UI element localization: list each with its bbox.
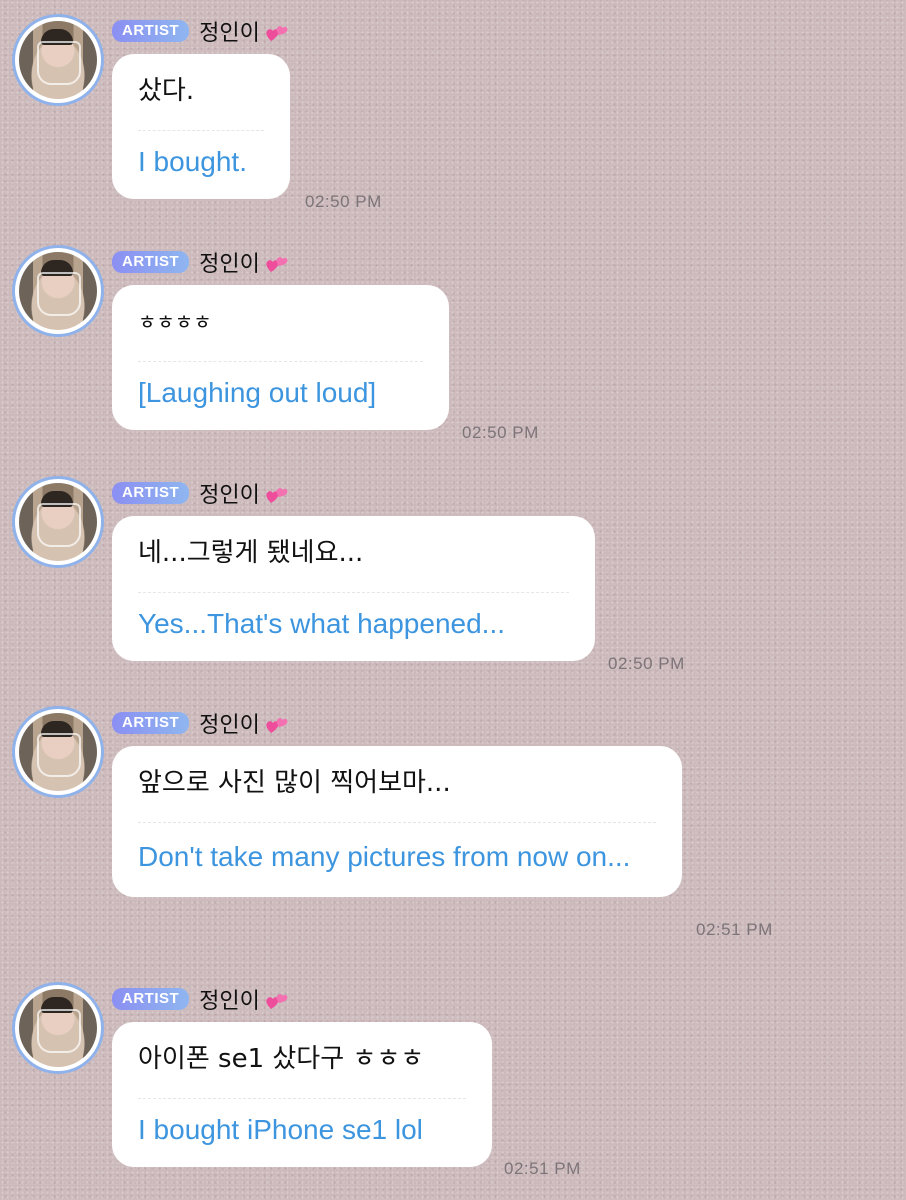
- message-header: ARTIST 정인이: [112, 478, 290, 508]
- artist-badge: ARTIST: [112, 712, 190, 734]
- avatar-photo: [19, 713, 97, 791]
- message-bubble[interactable]: 샀다. I bought.: [112, 54, 290, 199]
- avatar-photo: [19, 989, 97, 1067]
- message-header: ARTIST 정인이: [112, 247, 290, 277]
- message-header: ARTIST 정인이: [112, 16, 290, 46]
- message-korean-text: 샀다.: [138, 76, 195, 106]
- message-header: ARTIST 정인이: [112, 708, 290, 738]
- message-translation-text: [Laughing out loud]: [138, 377, 377, 408]
- avatar-photo: [19, 21, 97, 99]
- avatar-photo: [19, 483, 97, 561]
- artist-badge: ARTIST: [112, 20, 190, 42]
- message-translation-text: I bought iPhone se1 lol: [138, 1114, 423, 1145]
- sender-name: 정인이: [199, 483, 260, 508]
- message-korean-text: 앞으로 사진 많이 찍어보마...: [138, 768, 451, 798]
- sender-name: 정인이: [199, 989, 260, 1014]
- message-header: ARTIST 정인이: [112, 984, 290, 1014]
- artist-badge: ARTIST: [112, 988, 190, 1010]
- avatar[interactable]: [12, 982, 104, 1074]
- message-timestamp: 02:50 PM: [462, 423, 539, 442]
- avatar[interactable]: [12, 706, 104, 798]
- message-translation-text: Don't take many pictures from now on...: [138, 841, 631, 872]
- message-bubble[interactable]: 앞으로 사진 많이 찍어보마... Don't take many pictur…: [112, 746, 682, 897]
- avatar[interactable]: [12, 476, 104, 568]
- message-korean-text: ㅎㅎㅎㅎ: [138, 310, 212, 334]
- avatar-photo: [19, 252, 97, 330]
- message-timestamp: 02:51 PM: [504, 1159, 581, 1178]
- message-timestamp: 02:50 PM: [305, 192, 382, 211]
- artist-badge: ARTIST: [112, 482, 190, 504]
- message-timestamp: 02:51 PM: [696, 920, 773, 939]
- sender-name: 정인이: [199, 252, 260, 277]
- sender-name: 정인이: [199, 21, 260, 46]
- message-timestamp: 02:50 PM: [608, 654, 685, 673]
- message-translation-text: I bought.: [138, 146, 247, 177]
- heart-icon: [266, 994, 288, 1009]
- heart-icon: [266, 257, 288, 272]
- avatar[interactable]: [12, 245, 104, 337]
- heart-icon: [266, 488, 288, 503]
- message-bubble[interactable]: 네...그렇게 됐네요... Yes...That's what happene…: [112, 516, 595, 661]
- message-translation-text: Yes...That's what happened...: [138, 608, 506, 639]
- heart-icon: [266, 718, 288, 733]
- heart-icon: [266, 26, 288, 41]
- sender-name: 정인이: [199, 713, 260, 738]
- artist-badge: ARTIST: [112, 251, 190, 273]
- message-bubble[interactable]: ㅎㅎㅎㅎ [Laughing out loud]: [112, 285, 449, 430]
- message-korean-text: 네...그렇게 됐네요...: [138, 538, 364, 568]
- message-korean-text: 아이폰 se1 샀다구 ㅎㅎㅎ: [138, 1044, 425, 1074]
- message-bubble[interactable]: 아이폰 se1 샀다구 ㅎㅎㅎ I bought iPhone se1 lol: [112, 1022, 492, 1167]
- avatar[interactable]: [12, 14, 104, 106]
